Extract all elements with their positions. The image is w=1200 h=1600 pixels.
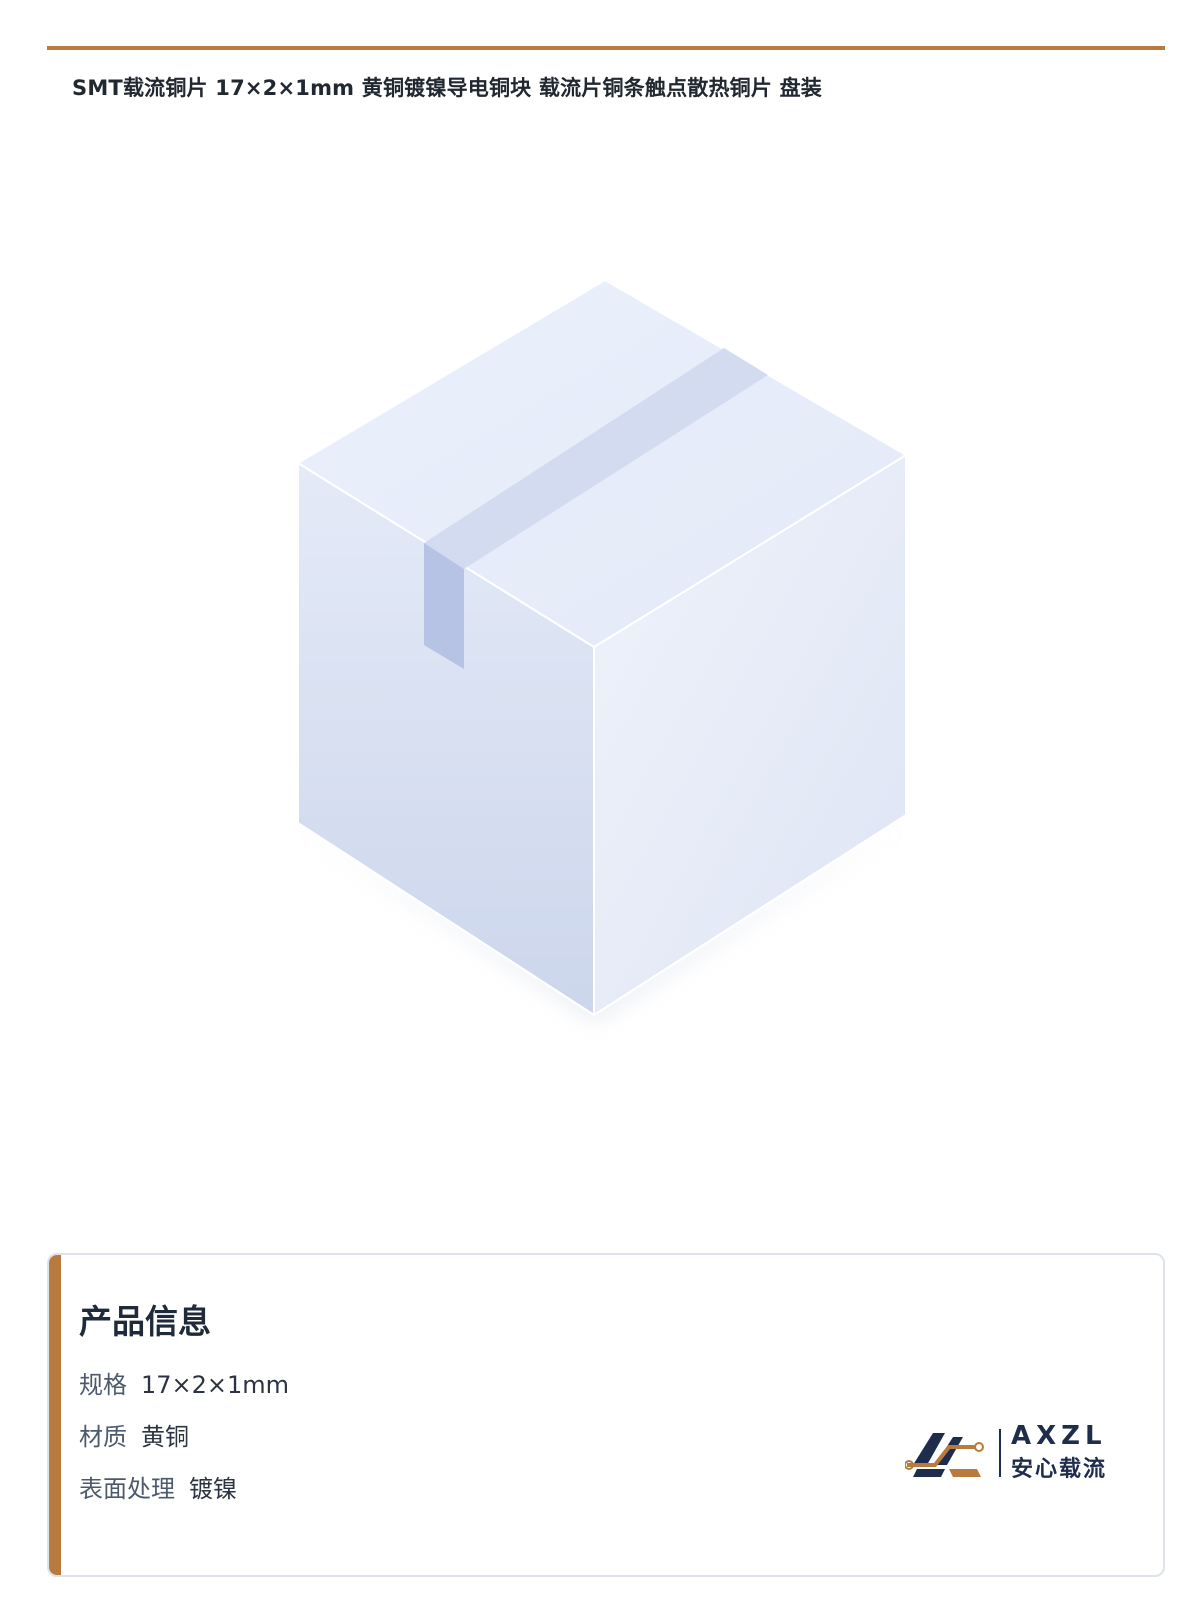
product-info-card: 产品信息 规格 17×2×1mm 材质 黄铜 表面处理 镀镍 AXZL 安心载流 [47, 1253, 1165, 1577]
logo-divider [999, 1429, 1001, 1477]
info-value: 17×2×1mm [141, 1371, 290, 1399]
brand-name-en: AXZL [1011, 1421, 1107, 1451]
info-heading: 产品信息 [79, 1302, 211, 1341]
shipping-box-icon [290, 275, 930, 1045]
info-row-material: 材质 黄铜 [79, 1417, 189, 1452]
info-label: 材质 [79, 1423, 127, 1451]
brand-logo: AXZL 安心载流 [905, 1421, 1135, 1482]
brand-name-cn: 安心载流 [1011, 1457, 1108, 1482]
top-divider [47, 46, 1165, 50]
info-row-spec: 规格 17×2×1mm [79, 1365, 289, 1400]
info-value: 黄铜 [141, 1423, 189, 1451]
info-label: 规格 [79, 1371, 127, 1399]
axzl-logo-icon [905, 1433, 984, 1477]
card-accent-bar [49, 1255, 61, 1575]
page-title: SMT载流铜片 17×2×1mm 黄铜镀镍导电铜块 载流片铜条触点散热铜片 盘装 [72, 76, 822, 100]
info-row-surface: 表面处理 镀镍 [79, 1469, 237, 1504]
info-value: 镀镍 [189, 1475, 237, 1503]
info-label: 表面处理 [79, 1475, 175, 1503]
